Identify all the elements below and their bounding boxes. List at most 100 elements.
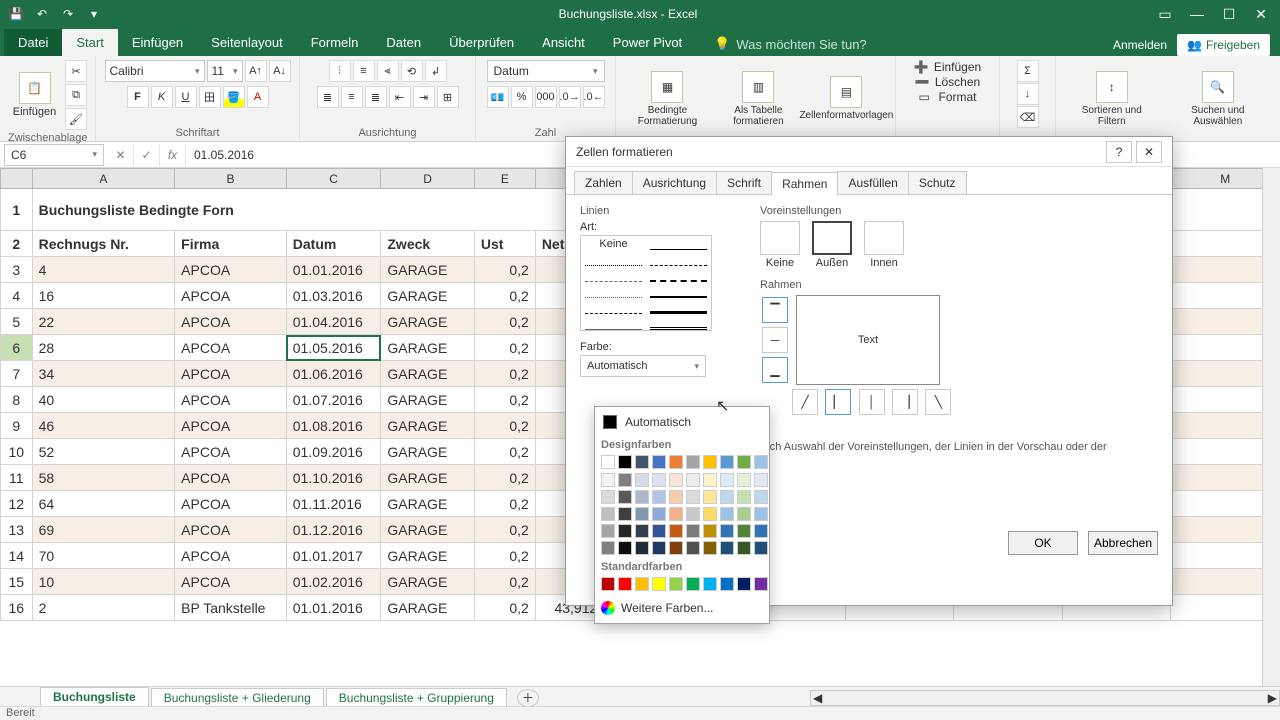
paste-button[interactable]: 📋 Einfügen	[8, 70, 61, 120]
close-icon[interactable]: ✕	[1246, 3, 1276, 25]
color-swatch[interactable]	[754, 490, 768, 504]
increase-decimal-icon[interactable]: .0→	[559, 86, 581, 108]
color-swatch[interactable]	[754, 455, 768, 469]
line-style-opt[interactable]	[585, 302, 642, 314]
color-swatch[interactable]	[652, 455, 666, 469]
wrap-text-icon[interactable]: ↲	[425, 60, 447, 82]
fill-icon[interactable]: ↓	[1017, 83, 1039, 105]
tell-me-box[interactable]: 💡 Was möchten Sie tun?	[706, 32, 875, 56]
color-swatch[interactable]	[686, 507, 700, 521]
color-swatch[interactable]	[635, 524, 649, 538]
color-swatch[interactable]	[686, 455, 700, 469]
copy-icon[interactable]: ⧉	[65, 84, 87, 106]
border-color-dropdown[interactable]: Automatisch ▾	[580, 355, 706, 377]
color-swatch[interactable]	[720, 490, 734, 504]
share-button[interactable]: 👥 Freigeben	[1177, 34, 1270, 56]
color-swatch[interactable]	[601, 473, 615, 487]
tab-ueberpruefen[interactable]: Überprüfen	[435, 29, 528, 56]
color-swatch[interactable]	[754, 577, 768, 591]
color-swatch[interactable]	[686, 473, 700, 487]
color-swatch[interactable]	[703, 507, 717, 521]
color-swatch[interactable]	[669, 455, 683, 469]
line-style-opt[interactable]	[585, 286, 642, 298]
preset-none[interactable]	[760, 221, 800, 255]
line-style-opt[interactable]	[650, 318, 707, 330]
color-swatch[interactable]	[720, 507, 734, 521]
color-swatch[interactable]	[635, 455, 649, 469]
align-right-icon[interactable]: ≣	[365, 86, 387, 108]
color-automatic-option[interactable]: Automatisch	[601, 411, 763, 433]
color-swatch[interactable]	[703, 541, 717, 555]
line-style-opt[interactable]	[585, 254, 642, 266]
align-middle-icon[interactable]: ≡	[353, 60, 375, 82]
tab-seitenlayout[interactable]: Seitenlayout	[197, 29, 297, 56]
confirm-edit-icon[interactable]: ✓	[134, 144, 160, 166]
color-swatch[interactable]	[618, 541, 632, 555]
bold-button[interactable]: F	[127, 86, 149, 108]
color-swatch[interactable]	[737, 490, 751, 504]
color-swatch[interactable]	[703, 524, 717, 538]
color-swatch[interactable]	[635, 473, 649, 487]
color-swatch[interactable]	[669, 524, 683, 538]
tab-einfuegen[interactable]: Einfügen	[118, 29, 197, 56]
border-left-button[interactable]: ▏	[825, 389, 851, 415]
tab-schrift[interactable]: Schrift	[716, 171, 772, 194]
color-swatch[interactable]	[618, 524, 632, 538]
col-header[interactable]: C	[286, 169, 381, 189]
align-top-icon[interactable]: ⫶	[329, 60, 351, 82]
ok-button[interactable]: OK	[1008, 531, 1078, 555]
ribbon-options-icon[interactable]: ▭	[1150, 3, 1180, 25]
tab-schutz[interactable]: Schutz	[908, 171, 967, 194]
color-swatch[interactable]	[703, 455, 717, 469]
name-box[interactable]: C6▾	[4, 144, 104, 166]
tab-start[interactable]: Start	[62, 29, 117, 56]
find-select-button[interactable]: 🔍Suchen und Auswählen	[1164, 69, 1272, 129]
minimize-icon[interactable]: —	[1182, 3, 1212, 25]
color-swatch[interactable]	[601, 577, 615, 591]
horizontal-scrollbar[interactable]: ◀▶	[810, 690, 1280, 706]
color-swatch[interactable]	[669, 541, 683, 555]
color-swatch[interactable]	[737, 507, 751, 521]
tab-zahlen[interactable]: Zahlen	[574, 171, 633, 194]
undo-icon[interactable]: ↶	[30, 3, 54, 25]
align-center-icon[interactable]: ≡	[341, 86, 363, 108]
line-style-opt[interactable]	[650, 254, 707, 266]
save-icon[interactable]: 💾	[4, 3, 28, 25]
color-swatch[interactable]	[703, 490, 717, 504]
number-format-combo[interactable]: Datum▾	[487, 60, 605, 82]
more-colors-option[interactable]: Weitere Farben...	[601, 597, 763, 617]
color-swatch[interactable]	[754, 524, 768, 538]
tab-powerpivot[interactable]: Power Pivot	[599, 29, 696, 56]
col-header[interactable]: A	[32, 169, 175, 189]
format-cells-button[interactable]: ▭Format	[918, 90, 976, 104]
color-swatch[interactable]	[686, 541, 700, 555]
color-swatch[interactable]	[601, 541, 615, 555]
color-swatch[interactable]	[601, 455, 615, 469]
line-style-opt[interactable]	[585, 270, 642, 282]
sheet-tab-2[interactable]: Buchungsliste + Gliederung	[151, 688, 324, 708]
qat-dropdown-icon[interactable]: ▾	[82, 3, 106, 25]
merge-center-icon[interactable]: ⊞	[437, 86, 459, 108]
sheet-tab-1[interactable]: Buchungsliste	[40, 687, 149, 708]
color-swatch[interactable]	[669, 507, 683, 521]
color-swatch[interactable]	[737, 473, 751, 487]
cancel-button[interactable]: Abbrechen	[1088, 531, 1158, 555]
color-swatch[interactable]	[618, 473, 632, 487]
redo-icon[interactable]: ↷	[56, 3, 80, 25]
color-swatch[interactable]	[669, 473, 683, 487]
color-swatch[interactable]	[737, 577, 751, 591]
border-diag-down-button[interactable]: ╲	[925, 389, 951, 415]
orientation-icon[interactable]: ⟲	[401, 60, 423, 82]
col-header[interactable]: D	[381, 169, 475, 189]
color-swatch[interactable]	[652, 473, 666, 487]
color-swatch[interactable]	[618, 507, 632, 521]
border-middle-h-button[interactable]: ─	[762, 327, 788, 353]
fx-icon[interactable]: fx	[160, 144, 186, 166]
color-swatch[interactable]	[618, 490, 632, 504]
tab-rahmen[interactable]: Rahmen	[771, 172, 838, 195]
align-bottom-icon[interactable]: ⫷	[377, 60, 399, 82]
color-swatch[interactable]	[720, 473, 734, 487]
color-swatch[interactable]	[669, 577, 683, 591]
color-swatch[interactable]	[669, 490, 683, 504]
cell-styles-button[interactable]: ▤Zellenformatvorlagen	[806, 74, 887, 123]
